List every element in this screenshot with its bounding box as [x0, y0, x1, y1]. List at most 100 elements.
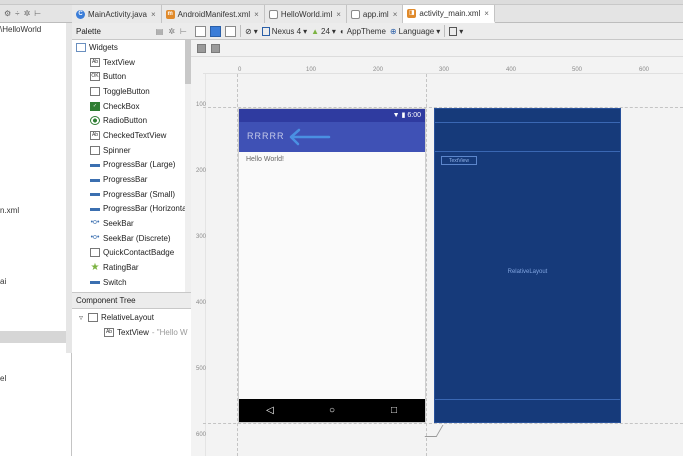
- palette-item-switch[interactable]: Switch: [72, 275, 191, 290]
- button-icon: OK: [90, 72, 100, 82]
- recent-apps-icon: □: [390, 405, 398, 416]
- home-icon: ○: [328, 405, 336, 416]
- project-item[interactable]: ai: [0, 277, 6, 286]
- blueprint-preview[interactable]: TextView RelativeLayout: [434, 108, 621, 423]
- layout-variant-dropdown[interactable]: ▾: [449, 26, 464, 36]
- palette-item-quickcontactbadge[interactable]: QuickContactBadge: [72, 246, 191, 261]
- ruler-tick-label: 400: [506, 67, 517, 73]
- switch-icon: [90, 281, 100, 285]
- tree-node-hint: - "Hello W: [151, 328, 188, 337]
- gear-icon[interactable]: ✲: [24, 9, 31, 18]
- palette-item-togglebutton[interactable]: ToggleButton: [72, 84, 191, 99]
- tab-activity-main[interactable]: ◨ activity_main.xml ×: [403, 5, 495, 23]
- tab-app-iml[interactable]: app.iml ×: [346, 5, 404, 23]
- checkbox-icon: ✓: [90, 101, 100, 111]
- ruler-tick-label: 200: [373, 67, 384, 73]
- both-mode-button[interactable]: [225, 25, 236, 37]
- api-label: 24: [321, 26, 330, 36]
- blueprint-textview[interactable]: TextView: [441, 156, 477, 165]
- palette-item-textview[interactable]: Ab TextView: [72, 55, 191, 70]
- palette-item-radiobutton[interactable]: RadioButton: [72, 113, 191, 128]
- chevron-down-icon: ▾: [303, 26, 308, 36]
- blueprint-mode-button[interactable]: [210, 25, 221, 37]
- close-icon[interactable]: ×: [393, 10, 398, 19]
- blueprint-layout-label: RelativeLayout: [507, 269, 548, 275]
- palette-item-label: RadioButton: [103, 116, 148, 126]
- hide-icon[interactable]: ⊢: [180, 27, 187, 36]
- settings-icon[interactable]: ⚙: [4, 9, 11, 18]
- tree-node-relativelayout[interactable]: ▿ RelativeLayout: [79, 313, 154, 322]
- guide-line: [203, 423, 683, 424]
- tab-label: HelloWorld.iml: [280, 9, 333, 19]
- secondary-toolbar: [191, 40, 683, 57]
- pan-button[interactable]: [211, 43, 220, 53]
- layout-icon[interactable]: ▤: [156, 27, 164, 36]
- project-toolbar: ⚙ ÷ ✲ ⊢: [0, 5, 72, 23]
- project-item[interactable]: el: [0, 374, 6, 383]
- progress-icon: [90, 178, 100, 182]
- zoom-button[interactable]: [197, 43, 206, 53]
- tab-label: MainActivity.java: [88, 9, 147, 19]
- palette-item-ratingbar[interactable]: ★ RatingBar: [72, 260, 191, 275]
- close-icon[interactable]: ×: [484, 9, 489, 18]
- palette-item-progressbar-horizontal[interactable]: ProgressBar (Horizontal): [72, 202, 191, 217]
- palette-item-progressbar-large[interactable]: ProgressBar (Large): [72, 158, 191, 173]
- palette-item-label: RatingBar: [103, 263, 139, 273]
- device-label: Nexus 4: [271, 26, 302, 36]
- chevron-down-icon: ▾: [459, 26, 464, 36]
- palette-item-label: SeekBar (Discrete): [103, 233, 171, 243]
- expand-icon[interactable]: ▿: [79, 313, 83, 322]
- theme-label: AppTheme: [346, 26, 386, 36]
- palette-item-seekbar-discrete[interactable]: •o• SeekBar (Discrete): [72, 231, 191, 246]
- hello-world-textview[interactable]: Hello World!: [246, 156, 284, 163]
- palette-item-spinner[interactable]: Spinner: [72, 143, 191, 158]
- pin-icon[interactable]: ⊢: [34, 9, 41, 18]
- language-label: Language: [398, 26, 435, 36]
- project-path[interactable]: \HelloWorld: [0, 25, 41, 34]
- spinner-icon: [90, 145, 100, 155]
- tab-helloworld-iml[interactable]: HelloWorld.iml ×: [264, 5, 347, 23]
- close-icon[interactable]: ×: [254, 10, 259, 19]
- progress-icon: [90, 207, 100, 211]
- palette-item-seekbar[interactable]: •o• SeekBar: [72, 216, 191, 231]
- theme-dropdown[interactable]: ◐ AppTheme: [340, 27, 386, 36]
- tab-label: app.iml: [362, 9, 389, 19]
- ruler-tick-label: 600: [196, 432, 207, 438]
- palette-item-label: ProgressBar (Large): [103, 160, 176, 170]
- palette-item-progressbar[interactable]: ProgressBar: [72, 172, 191, 187]
- collapse-icon[interactable]: ÷: [15, 9, 19, 18]
- tab-label: activity_main.xml: [419, 8, 481, 18]
- palette-list: Widgets Ab TextView OK Button ToggleButton…: [72, 40, 191, 292]
- tree-node-textview[interactable]: Ab TextView - "Hello W: [104, 328, 188, 337]
- palette-group-widgets[interactable]: Widgets: [72, 40, 191, 55]
- annotation-arrow-icon: [289, 128, 331, 146]
- close-icon[interactable]: ×: [151, 10, 156, 19]
- checked-textview-icon: Ab: [90, 130, 100, 140]
- device-preview[interactable]: ▼ ▮ 6:00 RRRRR Hello World! ◁ ○ □: [238, 108, 426, 423]
- api-dropdown[interactable]: ▲ 24 ▾: [311, 27, 336, 36]
- palette-item-checkedtextview[interactable]: Ab CheckedTextView: [72, 128, 191, 143]
- tab-mainactivity[interactable]: C MainActivity.java ×: [72, 5, 162, 23]
- gear-icon[interactable]: ✲: [168, 27, 175, 36]
- contact-badge-icon: [90, 248, 100, 258]
- toolbar-divider: [240, 25, 241, 37]
- palette-item-progressbar-small[interactable]: ProgressBar (Small): [72, 187, 191, 202]
- theme-icon: ◐: [339, 26, 345, 36]
- chevron-down-icon: ▾: [331, 26, 336, 36]
- project-panel: \HelloWorld n.xml ai el: [0, 23, 72, 456]
- palette-item-button[interactable]: OK Button: [72, 69, 191, 84]
- design-mode-button[interactable]: [195, 25, 206, 37]
- tab-androidmanifest[interactable]: m AndroidManifest.xml ×: [161, 5, 265, 23]
- project-item[interactable]: n.xml: [0, 206, 19, 215]
- layout-variant-icon: [449, 26, 458, 36]
- blueprint-line: [435, 151, 620, 152]
- radio-icon: [90, 116, 100, 126]
- orientation-dropdown[interactable]: ⊘ ▾: [245, 27, 258, 36]
- palette-item-checkbox[interactable]: ✓ CheckBox: [72, 99, 191, 114]
- language-dropdown[interactable]: ⊕ Language ▾: [390, 27, 440, 36]
- blueprint-line: [435, 399, 620, 400]
- close-icon[interactable]: ×: [336, 10, 341, 19]
- device-dropdown[interactable]: Nexus 4 ▾: [261, 26, 308, 36]
- class-icon: C: [76, 9, 85, 19]
- ruler-tick-label: 300: [439, 67, 450, 73]
